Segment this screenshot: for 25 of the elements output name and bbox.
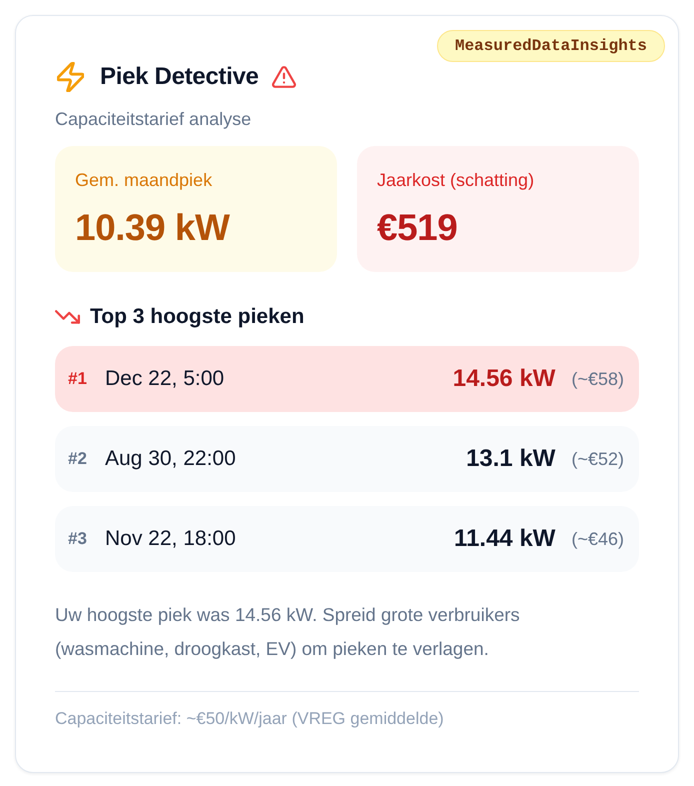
component-badge: MeasuredDataInsights (436, 30, 665, 62)
peak-cost: (~€58) (571, 368, 624, 390)
peak-cost: (~€52) (571, 448, 624, 470)
peak-rank: #3 (68, 529, 88, 549)
stat-label: Jaarkost (schatting) (377, 169, 536, 192)
peak-value: 13.1 kW (466, 445, 556, 473)
footer-note: Capaciteitstarief: ~€50/kW/jaar (VREG gemiddelde) (55, 708, 445, 730)
card-subtitle: Capaciteitstarief analyse (55, 108, 252, 131)
section-heading: Top 3 hoogste pieken (90, 305, 304, 329)
peak-date: Dec 22, 5:00 (105, 367, 224, 391)
peak-rank: #2 (68, 449, 88, 469)
peak-date: Nov 22, 18:00 (105, 527, 236, 551)
peak-date: Aug 30, 22:00 (105, 447, 236, 471)
stat-value: 10.39 kW (75, 206, 231, 250)
peak-rank: #1 (68, 369, 88, 389)
peak-cost: (~€46) (571, 528, 624, 550)
peak-value: 11.44 kW (454, 525, 556, 553)
lightning-icon (57, 62, 84, 92)
trending-down-icon (55, 310, 80, 324)
stat-label: Gem. maandpiek (75, 169, 214, 192)
card-title: Piek Detective (100, 63, 259, 91)
peak-value: 14.56 kW (452, 365, 556, 393)
advice-text: Uw hoogste piek was 14.56 kW. Spreid grote verbruikers (wasmachine, droogkast, EV) om pieken te verlagen. (55, 603, 521, 661)
stat-value: €519 (377, 206, 458, 250)
warning-icon (272, 66, 296, 88)
